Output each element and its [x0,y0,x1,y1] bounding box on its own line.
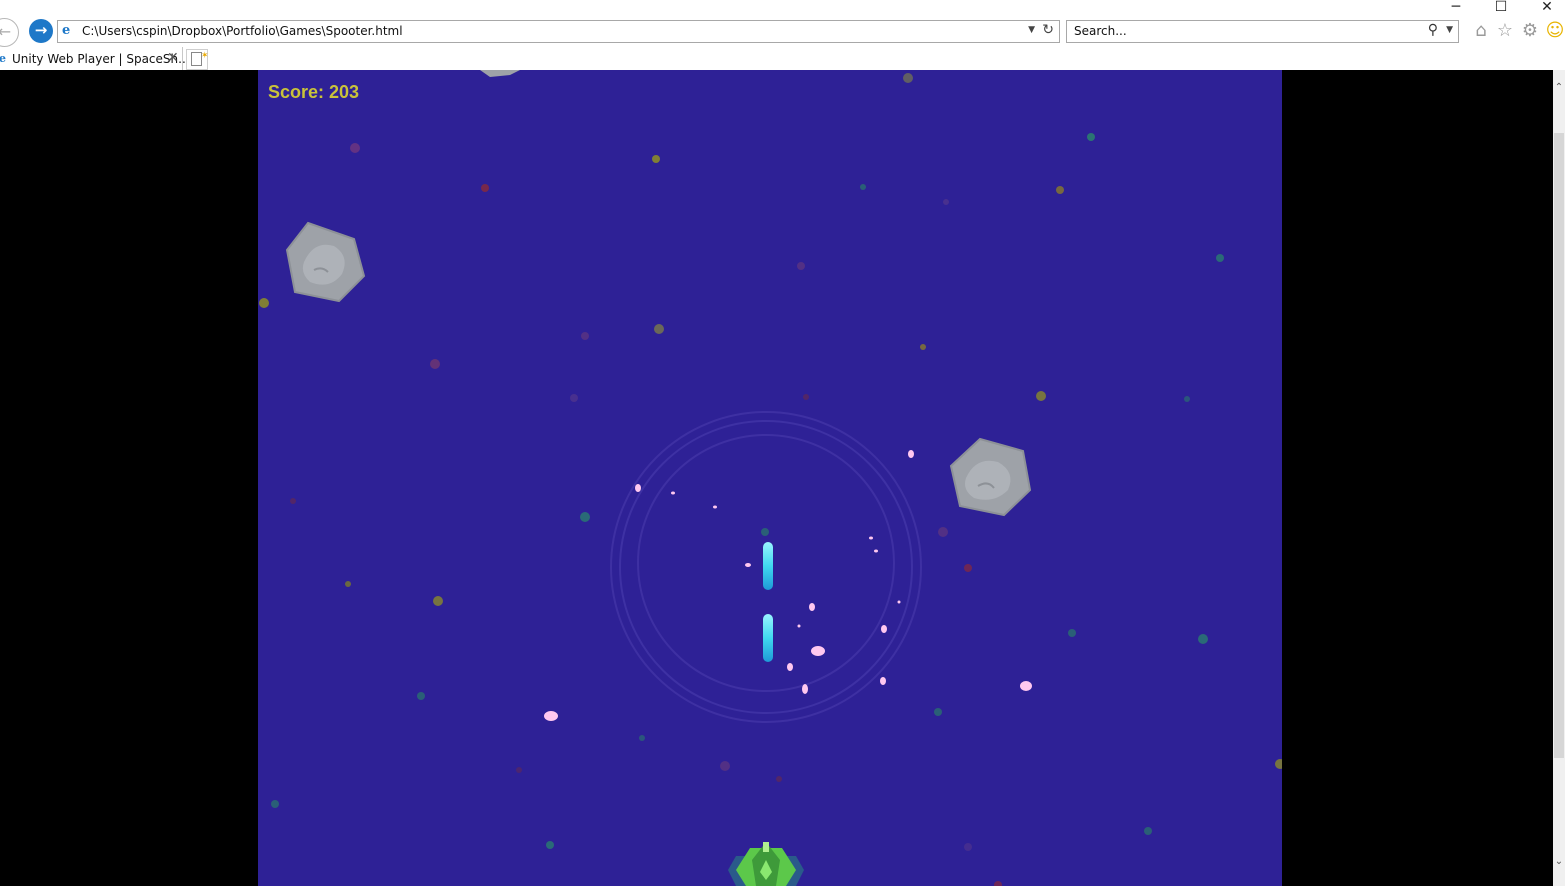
search-input[interactable]: Search... ⚲ ▼ [1066,20,1459,43]
star-dot [938,527,948,537]
star-dot [652,155,660,163]
laser-bolt [763,614,773,662]
forward-arrow-icon: → [34,21,48,39]
star-dot [934,708,942,716]
star-dot [259,298,269,308]
star-dot [1275,759,1282,769]
game-canvas[interactable]: Score: 203 [258,70,1282,886]
back-arrow-icon: ← [0,22,12,41]
home-icon[interactable]: ⌂ [1470,20,1492,42]
scrollbar-thumb[interactable] [1554,133,1564,758]
new-tab-icon: ✶ [191,51,209,66]
star-dot [580,512,590,522]
star-dot [964,564,972,572]
minimize-button[interactable]: ─ [1441,0,1471,16]
page-icon: e [0,52,6,65]
star-dot [994,881,1002,886]
refresh-icon[interactable]: ↻ [1042,22,1054,38]
scroll-down-icon[interactable]: ⌄ [1553,856,1565,870]
starfield [259,73,1282,886]
star-dot [1198,634,1208,644]
tab-title: Unity Web Player | SpaceSh... [12,52,190,66]
search-placeholder: Search... [1074,24,1127,38]
star-dot [1144,827,1152,835]
star-dot [639,735,645,741]
star-dot [433,596,443,606]
star-dot [797,262,805,270]
star-dot [1056,186,1064,194]
star-dot [350,143,360,153]
gear-icon[interactable]: ⚙ [1519,20,1541,42]
star-dot [570,394,578,402]
star-dot [761,528,769,536]
score-display: Score: 203 [268,82,359,103]
player-ship [728,842,804,886]
close-window-button[interactable]: ✕ [1532,0,1562,16]
star-dot [776,776,782,782]
address-bar[interactable]: e C:\Users\cspin\Dropbox\Portfolio\Games… [57,20,1060,43]
star-dot [1087,133,1095,141]
smiley-icon[interactable]: ☺ [1544,20,1565,42]
page-content: Score: 203 [0,70,1553,886]
star-dot [290,498,296,504]
page-icon: e [62,23,71,38]
new-tab-button[interactable]: ✶ [186,49,209,70]
star-dot [964,843,972,851]
star-dot [581,332,589,340]
back-button[interactable]: ← [0,18,19,47]
score-label: Score: [268,82,325,102]
game-scene [259,70,1282,886]
vertical-scrollbar[interactable]: ⌃ ⌄ [1553,70,1565,886]
chevron-down-icon[interactable]: ▼ [1028,25,1035,35]
asteroid [285,221,366,303]
tab-active[interactable]: e Unity Web Player | SpaceSh... ✕ [0,47,190,70]
chevron-down-icon[interactable]: ▼ [1446,25,1453,35]
star-dot [345,581,351,587]
star-dot [860,184,866,190]
star-dot [920,344,926,350]
star-dot [903,73,913,83]
star-dot [430,359,440,369]
scroll-up-icon[interactable]: ⌃ [1553,82,1565,96]
asteroid-partial [480,70,520,77]
star-dot [1068,629,1076,637]
star-dot [1184,396,1190,402]
asteroid [949,437,1032,517]
star-dot [417,692,425,700]
maximize-button[interactable]: ☐ [1486,0,1516,16]
forward-button[interactable]: → [29,19,53,43]
browser-chrome: ─ ☐ ✕ ← → e C:\Users\cspin\Dropbox\Portf… [0,0,1565,70]
star-dot [803,394,809,400]
star-icon[interactable]: ☆ [1494,20,1516,42]
star-dot [943,199,949,205]
star-dot [481,184,489,192]
star-dot [1036,391,1046,401]
star-dot [1216,254,1224,262]
close-icon[interactable]: ✕ [167,50,179,66]
laser-bolt [763,542,773,590]
star-dot [654,324,664,334]
star-dot [271,800,279,808]
star-dot [546,841,554,849]
score-value: 203 [329,82,360,102]
star-dot [720,761,730,771]
search-icon[interactable]: ⚲ [1428,22,1438,38]
star-dot [516,767,522,773]
address-text[interactable]: C:\Users\cspin\Dropbox\Portfolio\Games\S… [82,24,403,38]
